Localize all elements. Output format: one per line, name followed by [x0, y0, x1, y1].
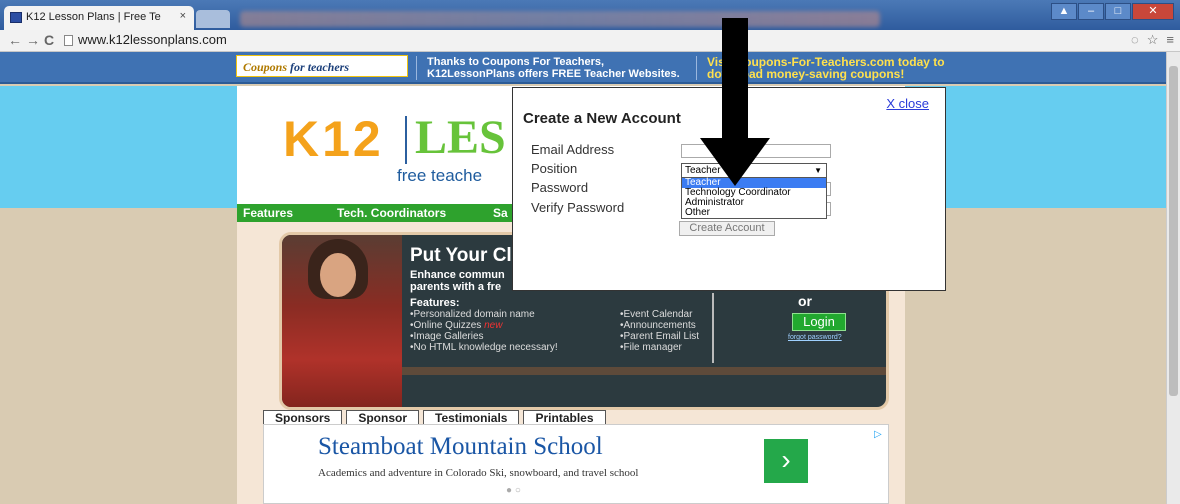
window-controls: ▲ – □ ✕: [1051, 3, 1174, 20]
browser-tab-bar: K12 Lesson Plans | Free Te × ▲ – □ ✕: [0, 0, 1180, 30]
nav-features[interactable]: Features: [243, 206, 293, 220]
features-left-list: •Personalized domain name •Online Quizze…: [410, 309, 558, 353]
verify-password-label: Verify Password: [531, 200, 625, 215]
features-label: Features:: [410, 297, 460, 309]
feature-item: •Online Quizzes new: [410, 320, 503, 331]
feature-item: •Event Calendar: [620, 309, 693, 320]
tab-printables[interactable]: Printables: [523, 410, 606, 425]
feature-item: •Image Galleries: [410, 331, 484, 342]
nav-tech-coordinators[interactable]: Tech. Coordinators: [337, 206, 446, 220]
ad-subtitle: Academics and adventure in Colorado Ski,…: [318, 467, 639, 479]
site-tagline: free teache: [397, 166, 483, 185]
scrollbar-thumb[interactable]: [1169, 66, 1178, 396]
annotation-arrow-shaft: [722, 18, 748, 142]
feature-item: •File manager: [620, 342, 682, 353]
blurred-tabs: [240, 11, 880, 27]
page-scrollbar[interactable]: [1166, 52, 1180, 504]
tab-close-icon[interactable]: ×: [180, 10, 186, 22]
sponsor-ad[interactable]: Steamboat Mountain School Academics and …: [263, 424, 889, 504]
account-icon[interactable]: ▲: [1051, 3, 1077, 20]
ad-go-button[interactable]: ›: [764, 439, 808, 483]
feature-item: •Announcements: [620, 320, 696, 331]
minimize-button[interactable]: –: [1078, 3, 1104, 20]
logo-k12: K12: [283, 111, 384, 167]
tab-title: K12 Lesson Plans | Free Te: [26, 11, 161, 23]
browser-toolbar: ← → C www.k12lessonplans.com ◌ ☆ ≡: [0, 30, 1180, 52]
feature-item: •Personalized domain name: [410, 309, 535, 320]
browser-tab[interactable]: K12 Lesson Plans | Free Te ×: [4, 6, 194, 30]
tab-sponsor[interactable]: Sponsor: [346, 410, 420, 425]
bookmark-star-icon[interactable]: ☆: [1147, 32, 1159, 48]
create-account-button[interactable]: Create Account: [679, 221, 775, 236]
close-link[interactable]: X close: [886, 96, 929, 111]
coupons-banner: Coupons for teachers Thanks to Coupons F…: [0, 52, 1180, 84]
hero-enhance: Enhance commun parents with a fre: [410, 269, 505, 293]
window-close-button[interactable]: ✕: [1132, 3, 1174, 20]
tab-sponsors[interactable]: Sponsors: [263, 410, 343, 425]
new-badge: new: [484, 320, 503, 331]
logo-divider: [405, 116, 407, 164]
email-label: Email Address: [531, 142, 615, 157]
annotation-arrow-head: [700, 138, 770, 186]
back-icon[interactable]: ←: [8, 32, 22, 48]
shield-icon[interactable]: ◌: [1131, 32, 1139, 48]
feature-item: •Parent Email List: [620, 331, 700, 342]
banner-thanks-text: Thanks to Coupons For Teachers, K12Lesso…: [416, 56, 686, 80]
reload-icon[interactable]: C: [44, 32, 54, 48]
login-button[interactable]: Login: [792, 313, 846, 331]
hero-divider: [712, 293, 714, 363]
nav-sa[interactable]: Sa: [493, 206, 508, 220]
tab-testimonials[interactable]: Testimonials: [423, 410, 520, 425]
teacher-photo: [282, 235, 402, 407]
adchoices-icon[interactable]: ▷: [874, 429, 882, 440]
hero-heading: Put Your Cla: [410, 245, 523, 266]
forward-icon[interactable]: →: [26, 32, 40, 48]
modal-title: Create a New Account: [523, 110, 681, 127]
address-bar[interactable]: www.k12lessonplans.com: [78, 32, 227, 47]
page-icon: [64, 35, 73, 46]
coupons-logo[interactable]: Coupons for teachers: [236, 55, 408, 77]
menu-icon[interactable]: ≡: [1166, 32, 1174, 48]
password-label: Password: [531, 180, 589, 195]
ad-pager-dots[interactable]: ● ○: [506, 485, 521, 496]
teacher-face: [320, 253, 356, 297]
features-right-list: •Event Calendar •Announcements •Parent E…: [620, 309, 699, 353]
dropdown-arrow-icon: ▼: [814, 166, 822, 175]
coupons-logo-main: Coupons: [243, 60, 288, 74]
maximize-button[interactable]: □: [1105, 3, 1131, 20]
ad-title[interactable]: Steamboat Mountain School: [318, 433, 603, 461]
option-other[interactable]: Other: [682, 208, 826, 218]
chalk-ledge: [402, 367, 886, 375]
position-label: Position: [531, 161, 578, 176]
new-tab-button[interactable]: [196, 10, 230, 28]
or-label: or: [798, 293, 812, 309]
forgot-password-link[interactable]: forgot password?: [788, 334, 842, 341]
logo-lesson: LES: [415, 111, 506, 164]
feature-item: •No HTML knowledge necessary!: [410, 342, 558, 353]
site-favicon-icon: [10, 12, 22, 23]
coupons-logo-rest: for teachers: [290, 60, 350, 74]
